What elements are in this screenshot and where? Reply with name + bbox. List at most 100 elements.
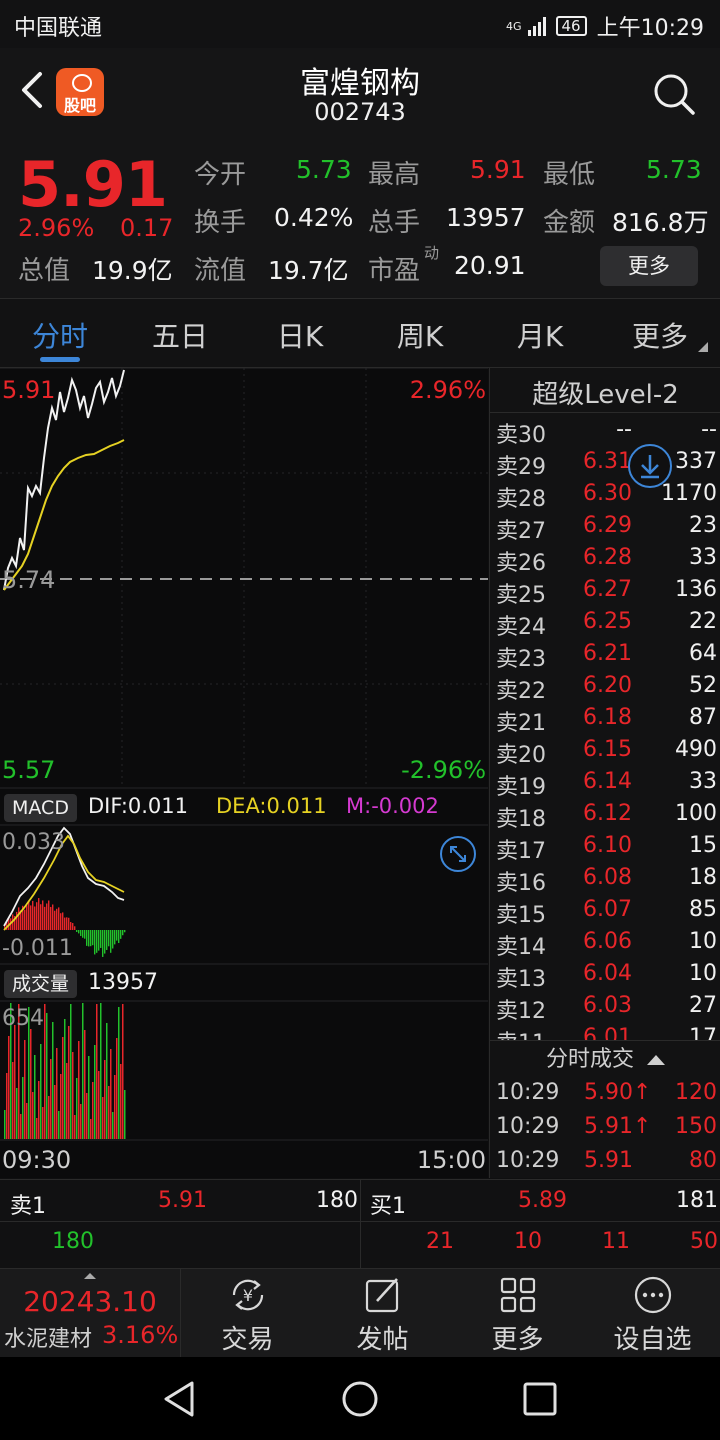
- volume-selector[interactable]: 成交量: [4, 970, 78, 998]
- ask-row[interactable]: 卖28 6.30 1170: [490, 481, 720, 513]
- tab-monthly-k[interactable]: 月K: [480, 315, 600, 355]
- ask-row[interactable]: 卖20 6.15 490: [490, 737, 720, 769]
- trade-button[interactable]: ¥ 交易: [180, 1269, 315, 1357]
- tab-five-day[interactable]: 五日: [120, 315, 240, 355]
- macd-bar: [28, 900, 30, 930]
- nav-home-icon[interactable]: [340, 1379, 380, 1419]
- post-button[interactable]: 发帖: [315, 1269, 450, 1357]
- bottom-toolbar: 20243.10 水泥建材 3.16% ¥ 交易 发帖 更多 设自选: [0, 1268, 720, 1357]
- volume-bar: [44, 1004, 46, 1139]
- ask-row[interactable]: 卖22 6.20 52: [490, 673, 720, 705]
- macd-bar: [40, 904, 42, 930]
- tab-daily-k[interactable]: 日K: [240, 315, 360, 355]
- ask-level: 卖21: [496, 711, 546, 736]
- macd-selector[interactable]: MACD: [4, 794, 77, 822]
- volume-bar: [16, 1088, 18, 1139]
- tab-weekly-k[interactable]: 周K: [360, 315, 480, 355]
- volume-bar: [74, 1115, 76, 1139]
- amount-label: 金额: [543, 208, 596, 238]
- macd-bar: [24, 909, 26, 930]
- intraday-chart[interactable]: 5.91 2.96% 5.74 5.57 -2.96% MACD DIF:0.0…: [0, 368, 488, 1178]
- ask-volume: 18: [689, 865, 717, 890]
- ask-row[interactable]: 卖15 6.07 85: [490, 897, 720, 929]
- macd-bar: [36, 902, 38, 930]
- more-quote-button[interactable]: 更多: [600, 246, 698, 286]
- sector-change: 3.16%: [102, 1321, 179, 1349]
- open-label: 今开: [194, 160, 247, 190]
- bid-ask-strip[interactable]: 卖1 5.91 180 买1 5.89 181 180 21 10 11 50: [0, 1179, 720, 1268]
- sell-queue-item: 180: [52, 1229, 94, 1254]
- more-button[interactable]: 更多: [450, 1269, 585, 1357]
- macd-bar: [122, 930, 124, 936]
- stock-code: 002743: [314, 98, 406, 126]
- order-book: 超级Level-2 卖30 -- -- 卖29 6.31 337 卖28 6.30 1170 卖2…: [489, 368, 720, 1178]
- bid-ask-divider: [360, 1180, 361, 1268]
- ask-volume: 10: [689, 961, 717, 986]
- ask-row[interactable]: 卖18 6.12 100: [490, 801, 720, 833]
- grid-icon: [500, 1277, 536, 1313]
- volume-bar: [122, 1004, 124, 1139]
- ask-volume: 27: [689, 993, 717, 1018]
- ask-row[interactable]: 卖13 6.04 10: [490, 961, 720, 993]
- ask-row[interactable]: 卖11 6.01 17: [490, 1025, 720, 1041]
- ask-row[interactable]: 卖21 6.18 87: [490, 705, 720, 737]
- volume-bar: [100, 1003, 102, 1139]
- ask-row[interactable]: 卖16 6.08 18: [490, 865, 720, 897]
- volume-bar: [102, 1097, 104, 1139]
- volume-bar: [104, 1060, 106, 1139]
- nav-back-icon[interactable]: [160, 1379, 200, 1419]
- expand-icon[interactable]: [439, 835, 477, 873]
- sector-index-box[interactable]: 20243.10 水泥建材 3.16%: [0, 1269, 181, 1357]
- float-value: 19.7亿: [268, 256, 349, 285]
- macd-bar: [70, 922, 72, 930]
- ask-row[interactable]: 卖25 6.27 136: [490, 577, 720, 609]
- level2-title[interactable]: 超级Level-2: [490, 374, 720, 411]
- ask-row[interactable]: 卖17 6.10 15: [490, 833, 720, 865]
- sector-index-value: 20243.10: [23, 1285, 157, 1318]
- nav-recent-icon[interactable]: [520, 1379, 560, 1419]
- ask-level: 卖16: [496, 871, 546, 896]
- download-icon[interactable]: [628, 444, 672, 488]
- volume-bar: [66, 1063, 68, 1139]
- ask-price: 6.18: [583, 705, 632, 730]
- search-icon[interactable]: [652, 72, 696, 116]
- ask-row[interactable]: 卖19 6.14 33: [490, 769, 720, 801]
- signal-icon: [527, 16, 546, 36]
- ask-volume: 22: [689, 609, 717, 634]
- tick-trades-list[interactable]: 10:29 5.90↑ 120 10:29 5.91↑ 150 10:29 5.91 80: [490, 1078, 720, 1178]
- volume-bar: [4, 1110, 6, 1139]
- ask-price: 6.20: [583, 673, 632, 698]
- ask-row[interactable]: 卖24 6.25 22: [490, 609, 720, 641]
- ask-row[interactable]: 卖12 6.03 27: [490, 993, 720, 1025]
- tab-intraday[interactable]: 分时: [0, 315, 120, 355]
- more-label: 更多: [491, 1325, 544, 1355]
- ask-list[interactable]: 卖30 -- -- 卖29 6.31 337 卖28 6.30 1170 卖27 6.29 23 卖26…: [490, 412, 720, 1041]
- ask-row[interactable]: 卖23 6.21 64: [490, 641, 720, 673]
- macd-bar: [16, 911, 18, 930]
- trade-time: 10:29: [496, 1148, 560, 1173]
- ask-row[interactable]: 卖26 6.28 33: [490, 545, 720, 577]
- ask-row[interactable]: 卖30 -- --: [490, 417, 720, 449]
- dea-value: DEA:0.011: [216, 794, 327, 818]
- sector-name: 水泥建材: [4, 1327, 93, 1352]
- ask-volume: 17: [689, 1025, 717, 1041]
- ask-row[interactable]: 卖29 6.31 337: [490, 449, 720, 481]
- volume-bar: [90, 1119, 92, 1139]
- clock: 上午10:29: [596, 16, 704, 41]
- macd-bar: [84, 930, 86, 939]
- float-label: 流值: [194, 256, 247, 286]
- buy1-volume: 181: [676, 1188, 718, 1213]
- buy-queue-item: 10: [514, 1229, 542, 1254]
- add-watchlist-button[interactable]: 设自选: [585, 1269, 720, 1357]
- pe-label: 市盈: [368, 256, 421, 286]
- edit-icon: [365, 1278, 399, 1313]
- ask-row[interactable]: 卖27 6.29 23: [490, 513, 720, 545]
- trade-price: 5.90↑: [584, 1080, 652, 1105]
- ask-level: 卖28: [496, 487, 546, 512]
- volume-bar: [118, 1007, 120, 1139]
- ask-row[interactable]: 卖14 6.06 10: [490, 929, 720, 961]
- macd-bar: [18, 907, 20, 930]
- macd-bar: [42, 900, 44, 930]
- tick-trades-title[interactable]: 分时成交: [490, 1040, 720, 1079]
- ask-level: 卖17: [496, 839, 546, 864]
